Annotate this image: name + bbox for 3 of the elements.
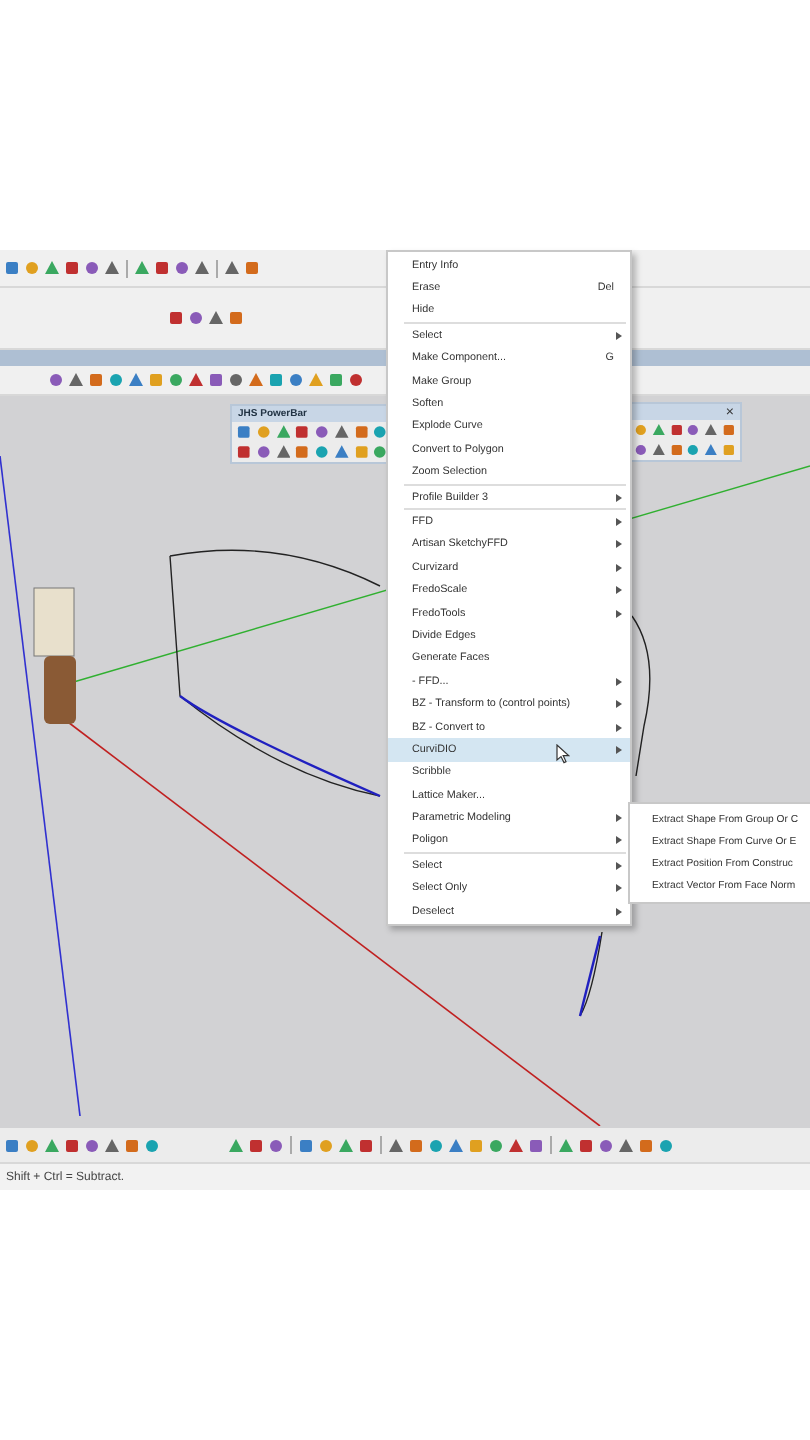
mouse-cursor-icon — [556, 744, 570, 765]
curve-line — [578, 931, 603, 1017]
bottle-drawing — [33, 587, 76, 724]
